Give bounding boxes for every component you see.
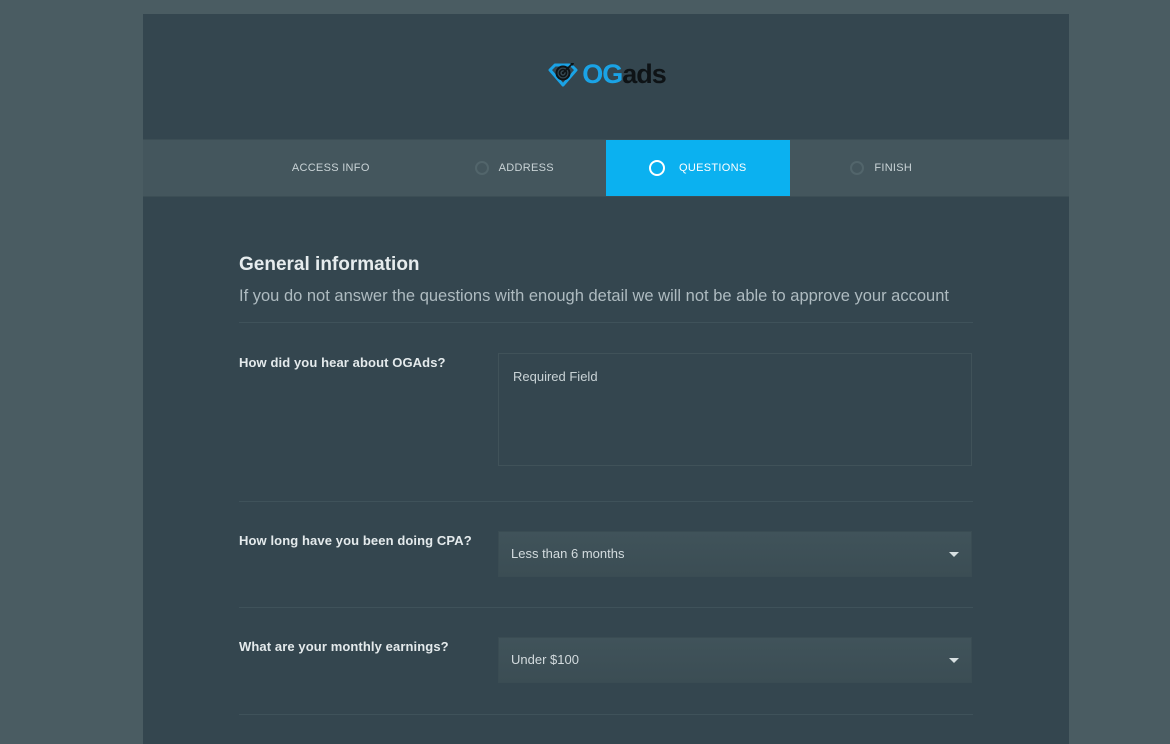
- question-label: How long have you been doing CPA?: [239, 532, 472, 548]
- step-label: ACCESS INFO: [291, 162, 370, 174]
- cpa-duration-select[interactable]: Less than 6 months: [498, 530, 972, 577]
- step-navigation: ACCESS INFO ADDRESS QUESTIONS FINISH: [143, 139, 1069, 197]
- question-monthly-earnings: What are your monthly earnings? Under $1…: [239, 608, 973, 714]
- step-circle-icon: [850, 161, 865, 175]
- caret-down-icon: [949, 551, 959, 557]
- step-circle-icon: [474, 161, 489, 175]
- question-heard-about: How did you hear about OGAds?: [239, 323, 973, 501]
- signup-panel: OGads ACCESS INFO ADDRESS QUESTIONS FINI…: [143, 14, 1069, 744]
- select-value: Under $100: [511, 652, 579, 668]
- step-circle-icon: [649, 160, 665, 176]
- step-finish[interactable]: FINISH: [790, 140, 974, 196]
- form-content: General information If you do not answer…: [239, 254, 973, 715]
- section-title: General information: [239, 254, 420, 275]
- header: OGads: [143, 14, 1069, 139]
- logo-wordmark: OGads: [582, 59, 667, 89]
- step-questions[interactable]: QUESTIONS: [606, 140, 790, 196]
- logo-ads: ads: [622, 59, 667, 89]
- question-label: How did you hear about OGAds?: [239, 354, 446, 370]
- step-access-info[interactable]: ACCESS INFO: [239, 140, 423, 196]
- select-value: Less than 6 months: [511, 546, 625, 562]
- ogads-logo[interactable]: OGads: [546, 59, 667, 89]
- caret-down-icon: [949, 657, 959, 663]
- question-cpa-duration: How long have you been doing CPA? Less t…: [239, 502, 973, 607]
- step-address[interactable]: ADDRESS: [423, 140, 607, 196]
- question-label: What are your monthly earnings?: [239, 638, 449, 654]
- step-label: FINISH: [874, 162, 913, 174]
- step-label: ADDRESS: [498, 162, 554, 174]
- diamond-target-icon: [546, 62, 580, 88]
- step-label: QUESTIONS: [679, 162, 747, 174]
- monthly-earnings-select[interactable]: Under $100: [498, 636, 972, 683]
- divider: [239, 713, 973, 715]
- section-subtitle: If you do not answer the questions with …: [239, 286, 949, 305]
- heard-about-textarea[interactable]: [498, 352, 972, 466]
- logo-og: OG: [582, 59, 623, 89]
